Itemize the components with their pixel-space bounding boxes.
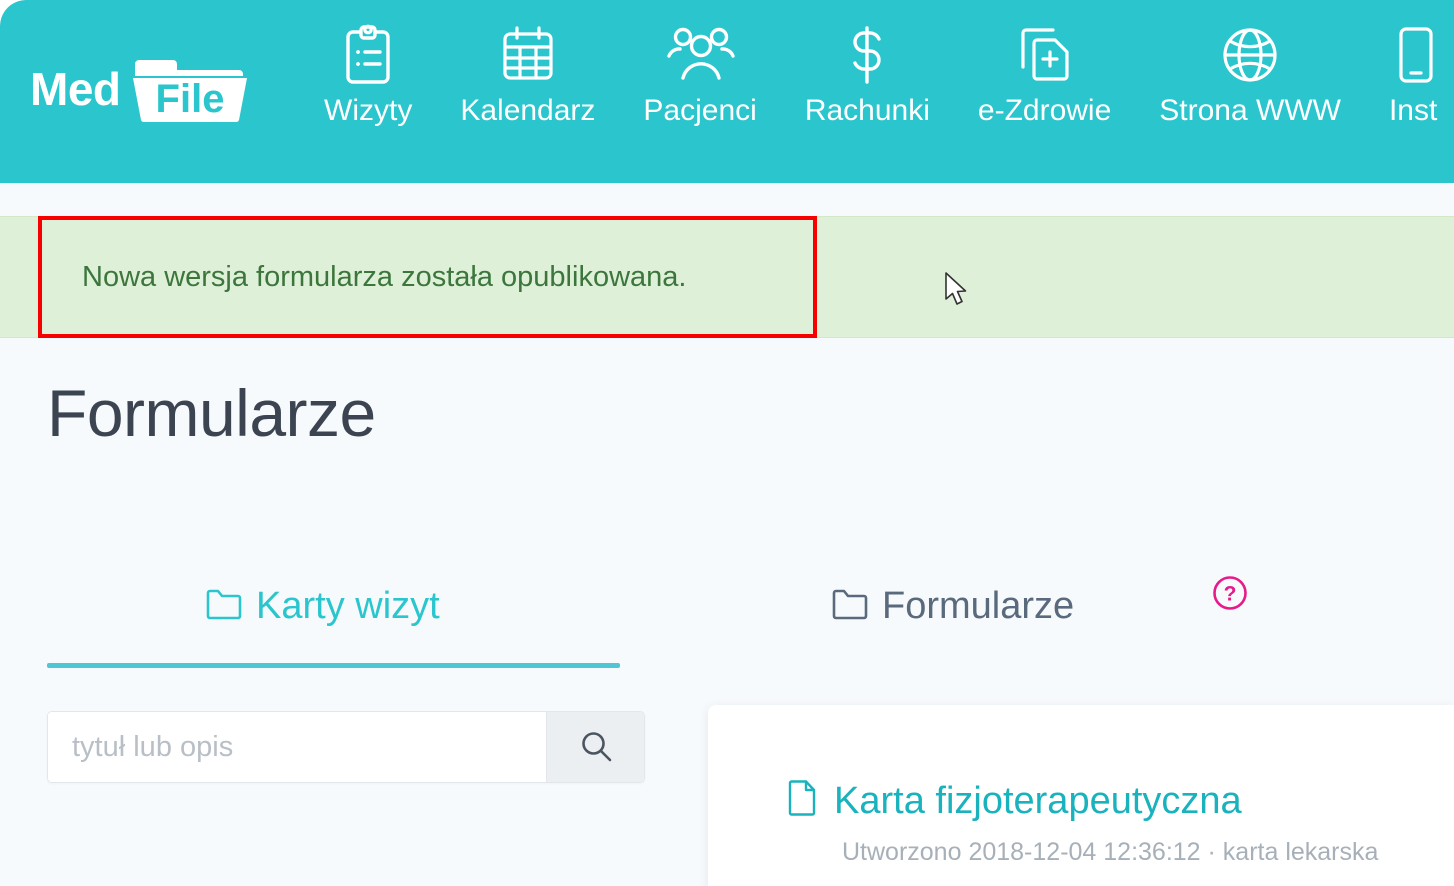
medical-document-icon — [1017, 22, 1073, 88]
nav-label-rachunki: Rachunki — [804, 94, 930, 127]
nav-label-wizyty: Wizyty — [324, 94, 413, 127]
tab-label-formularze: Formularze — [882, 585, 1075, 627]
people-group-icon — [664, 22, 736, 88]
logo-folder-icon: File — [129, 54, 251, 124]
logo-text-med: Med — [30, 63, 121, 115]
question-mark-circle-icon[interactable]: ? — [1210, 573, 1250, 618]
nav-item-strona-www[interactable]: Strona WWW — [1135, 22, 1365, 129]
nav-item-kalendarz[interactable]: Kalendarz — [436, 22, 619, 129]
nav-label-kalendarz: Kalendarz — [460, 94, 596, 127]
dollar-icon — [844, 22, 890, 88]
tab-bar: Karty wizyt Formularze ? — [47, 575, 1297, 670]
svg-text:?: ? — [1224, 583, 1237, 606]
tab-karty-wizyt[interactable]: Karty wizyt — [206, 575, 440, 637]
medfile-logo[interactable]: Med File — [30, 58, 251, 123]
search-icon — [579, 729, 613, 766]
clipboard-icon — [342, 22, 394, 88]
nav-item-pacjenci[interactable]: Pacjenci — [619, 22, 780, 129]
globe-icon — [1221, 22, 1279, 88]
tab-formularze[interactable]: Formularze — [832, 575, 1074, 637]
nav-label-pacjenci: Pacjenci — [643, 94, 757, 127]
folder-icon — [206, 588, 242, 625]
tab-label-karty-wizyt: Karty wizyt — [256, 585, 440, 627]
nav-label-e-zdrowie: e-Zdrowie — [977, 94, 1112, 127]
alert-message: Nowa wersja formularza została opublikow… — [82, 260, 687, 293]
search-button[interactable] — [546, 712, 644, 782]
active-tab-indicator — [47, 663, 620, 668]
list-item-title-row: Karta fizjoterapeutyczna — [786, 779, 1454, 822]
device-icon — [1391, 22, 1435, 88]
logo-text-file: File — [155, 77, 224, 121]
nav-item-e-zdrowie[interactable]: e-Zdrowie — [954, 22, 1135, 129]
nav-label-instrukcje: Inst — [1388, 94, 1438, 127]
folder-icon — [832, 588, 868, 625]
document-icon — [786, 779, 818, 822]
search-bar — [47, 711, 645, 783]
nav-label-strona-www: Strona WWW — [1159, 94, 1341, 127]
main-nav-items: Wizyty Kalendarz Pacjenci Rachunki e-Zdr… — [300, 22, 1454, 172]
list-item-meta: Utworzono 2018-12-04 12:36:12 · karta le… — [842, 838, 1379, 866]
nav-item-wizyty[interactable]: Wizyty — [300, 22, 436, 129]
page-title: Formularze — [47, 376, 376, 450]
list-item-title: Karta fizjoterapeutyczna — [834, 779, 1242, 822]
results-card: Karta fizjoterapeutyczna Utworzono 2018-… — [708, 705, 1454, 886]
calendar-icon — [500, 22, 556, 88]
success-alert-banner: Nowa wersja formularza została opublikow… — [0, 216, 1454, 338]
application-window: Med File Wizyty Kalendarz Pacjenci Rachu… — [0, 0, 1454, 886]
search-input[interactable] — [48, 712, 546, 782]
nav-item-rachunki[interactable]: Rachunki — [781, 22, 954, 129]
top-navigation-bar: Med File Wizyty Kalendarz Pacjenci Rachu… — [0, 0, 1454, 183]
nav-item-instrukcje[interactable]: Inst — [1365, 22, 1454, 129]
list-item[interactable]: Karta fizjoterapeutyczna Utworzono 2018-… — [786, 779, 1454, 867]
